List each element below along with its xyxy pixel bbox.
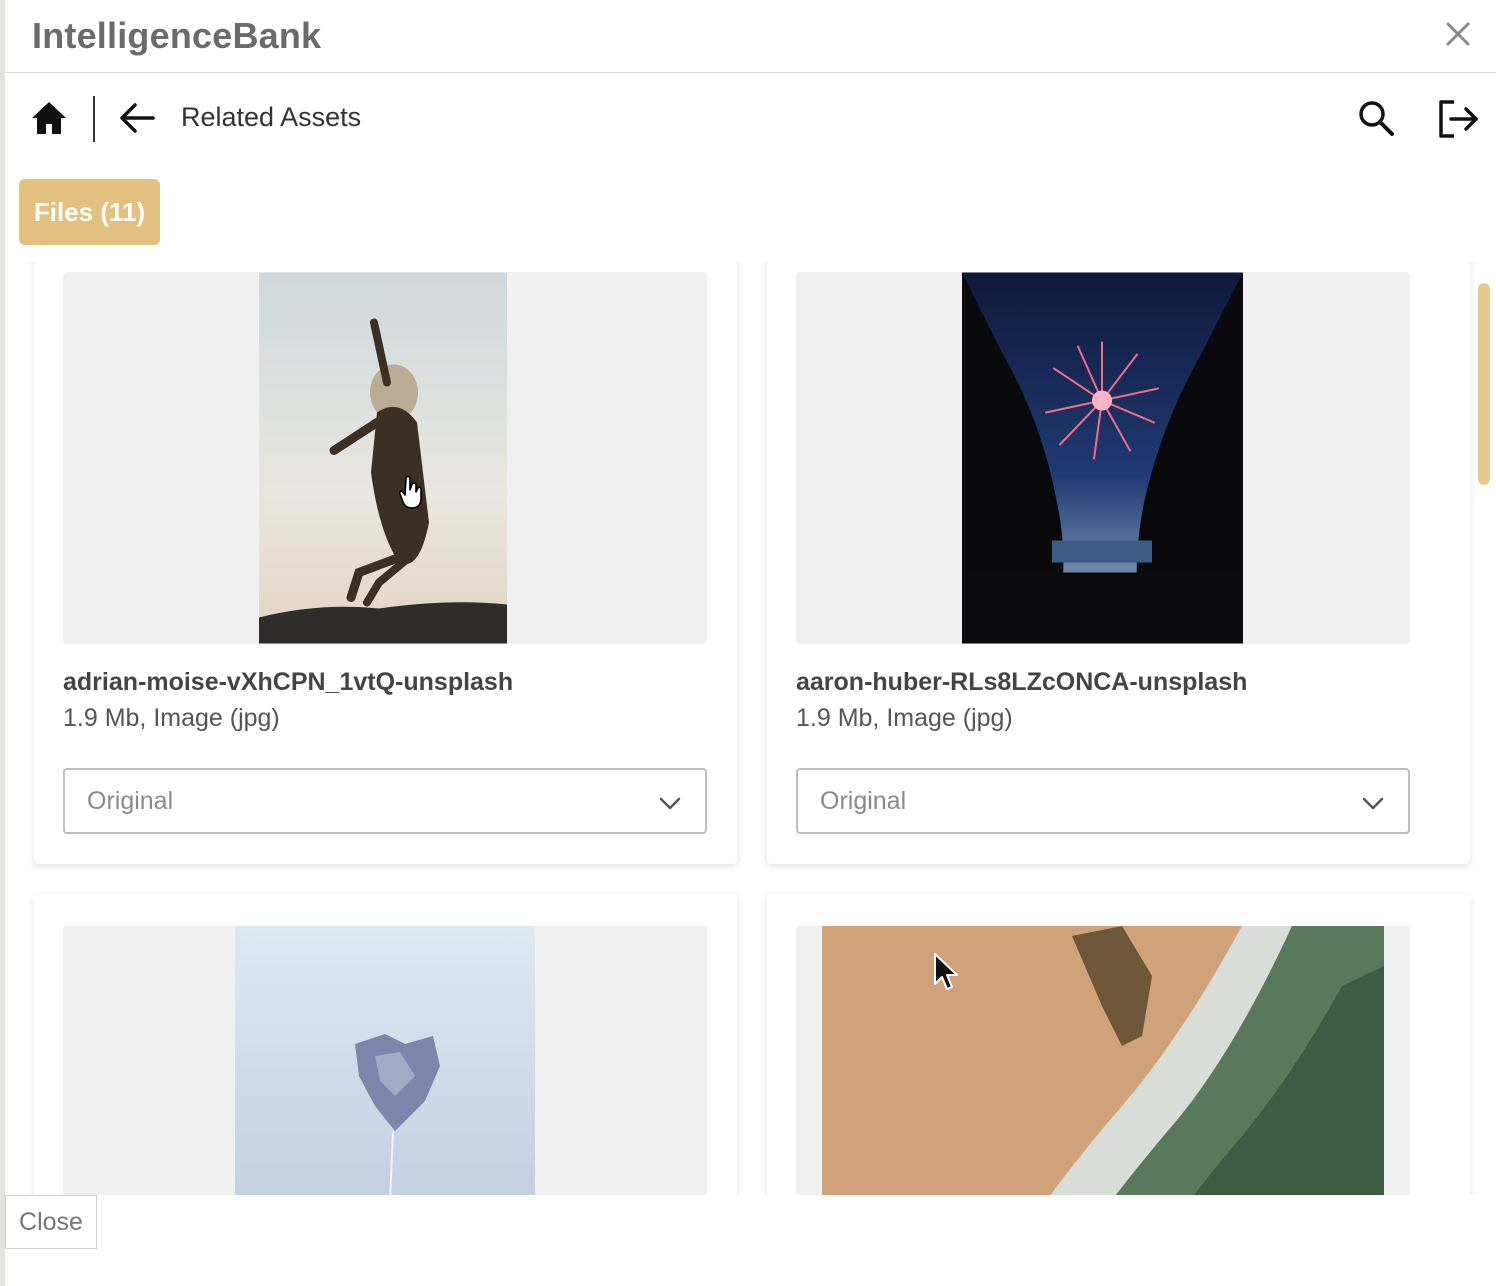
chevron-down-icon (659, 797, 681, 810)
nav-bar: Related Assets (5, 74, 1496, 164)
asset-name[interactable]: adrian-moise-vXhCPN_1vtQ-unsplash (63, 668, 513, 697)
app-title: IntelligenceBank (32, 15, 322, 56)
asset-thumbnail-frame (63, 272, 707, 644)
nav-divider (93, 96, 95, 142)
asset-name[interactable]: aaron-huber-RLs8LZcONCA-unsplash (796, 668, 1247, 697)
asset-card[interactable] (767, 894, 1470, 1195)
asset-card[interactable]: aaron-huber-RLs8LZcONCA-unsplash 1.9 Mb,… (767, 262, 1470, 864)
variant-select[interactable]: Original (796, 768, 1410, 834)
asset-thumbnail-frame (796, 926, 1410, 1195)
hand-cursor-icon (398, 475, 422, 509)
close-button[interactable]: Close (5, 1195, 97, 1249)
arrow-cursor-icon (934, 953, 958, 990)
variant-select-value: Original (820, 787, 907, 815)
scrollbar-thumb[interactable] (1478, 283, 1490, 485)
logout-icon[interactable] (1436, 98, 1480, 140)
asset-thumbnail[interactable] (962, 272, 1243, 644)
tab-files[interactable]: Files (11) (19, 179, 160, 245)
asset-thumbnail[interactable] (259, 272, 507, 644)
chevron-down-icon (1362, 797, 1384, 810)
close-icon[interactable] (1440, 16, 1476, 52)
related-assets-window: IntelligenceBank Related Assets Files (1… (0, 0, 1496, 1286)
asset-thumbnail[interactable] (235, 926, 535, 1195)
title-bar: IntelligenceBank (5, 0, 1496, 73)
asset-thumbnail[interactable] (822, 926, 1384, 1195)
asset-thumbnail-frame (63, 926, 707, 1195)
home-icon[interactable] (29, 98, 69, 138)
asset-grid: adrian-moise-vXhCPN_1vtQ-unsplash 1.9 Mb… (5, 262, 1496, 1195)
search-icon[interactable] (1356, 98, 1396, 138)
page-title: Related Assets (181, 102, 362, 132)
asset-meta: 1.9 Mb, Image (jpg) (63, 704, 280, 732)
variant-select-value: Original (87, 787, 174, 815)
asset-thumbnail-frame (796, 272, 1410, 644)
asset-meta: 1.9 Mb, Image (jpg) (796, 704, 1013, 732)
variant-select[interactable]: Original (63, 768, 707, 834)
asset-card[interactable] (34, 894, 737, 1195)
asset-card[interactable]: adrian-moise-vXhCPN_1vtQ-unsplash 1.9 Mb… (34, 262, 737, 864)
back-arrow-icon[interactable] (117, 100, 157, 136)
